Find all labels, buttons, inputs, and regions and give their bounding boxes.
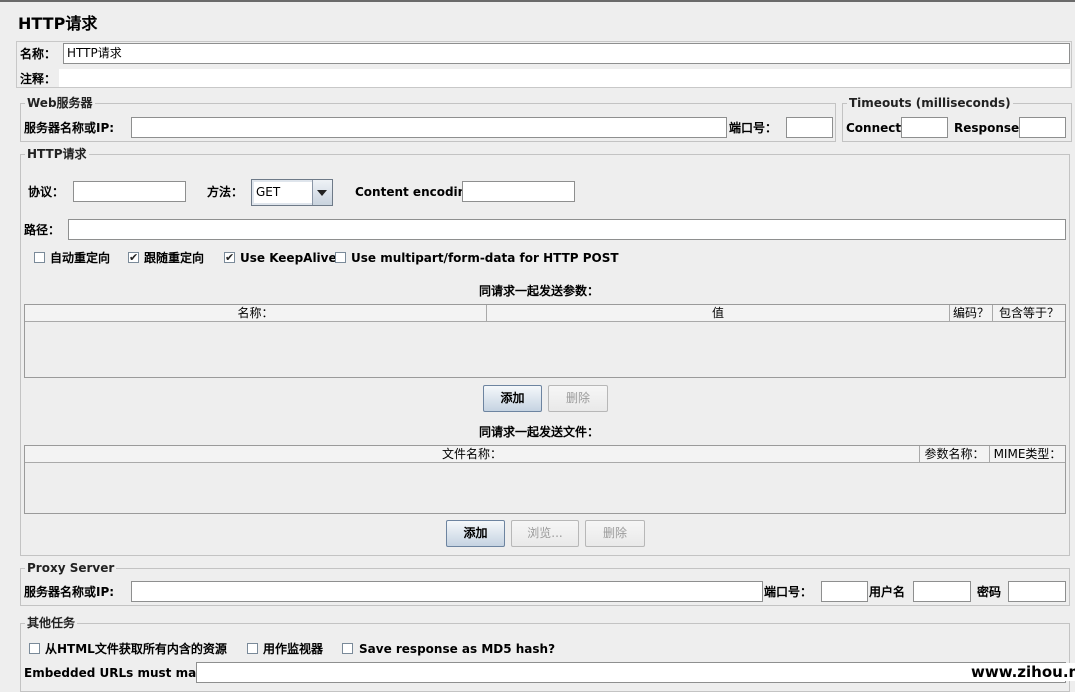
params-title: 同请求一起发送参数： xyxy=(479,284,600,298)
auto-redirect-checkbox[interactable] xyxy=(34,252,45,263)
md5-hash-checkbox[interactable] xyxy=(342,643,353,654)
files-delete-button[interactable]: 删除 xyxy=(585,520,645,547)
http-request-legend: HTTP请求 xyxy=(27,147,87,161)
connect-label: Connect: xyxy=(846,121,906,135)
response-input[interactable] xyxy=(1019,117,1066,138)
proxy-server-label: 服务器名称或IP: xyxy=(24,585,115,599)
fetch-embedded-checkbox[interactable] xyxy=(29,643,40,654)
proxy-port-input[interactable] xyxy=(821,581,868,602)
files-add-button[interactable]: 添加 xyxy=(446,520,505,547)
proxy-password-input[interactable] xyxy=(1008,581,1066,602)
use-as-monitor-label: 用作监视器 xyxy=(263,642,324,656)
follow-redirect-checkbox[interactable]: ✔ xyxy=(128,252,139,263)
multipart-label: Use multipart/form-data for HTTP POST xyxy=(351,251,619,265)
path-label: 路径： xyxy=(24,223,61,237)
multipart-checkbox[interactable] xyxy=(335,252,346,263)
window-top-edge xyxy=(0,0,1075,2)
comment-field[interactable] xyxy=(59,69,1070,87)
md5-hash-label: Save response as MD5 hash? xyxy=(359,642,556,656)
method-select[interactable]: GET xyxy=(251,179,333,206)
params-add-button[interactable]: 添加 xyxy=(483,385,542,412)
params-col-value[interactable]: 值 xyxy=(487,305,950,322)
proxy-server-input[interactable] xyxy=(131,581,763,602)
timeouts-legend: Timeouts (milliseconds) xyxy=(849,96,1011,110)
chevron-down-icon-glyph xyxy=(317,190,327,196)
embedded-urls-input[interactable] xyxy=(196,662,1066,683)
use-as-monitor-checkbox[interactable] xyxy=(247,643,258,654)
keepalive-label: Use KeepAlive xyxy=(240,251,337,265)
other-tasks-legend: 其他任务 xyxy=(27,616,76,630)
web-server-legend: Web服务器 xyxy=(27,96,93,110)
files-col-filename[interactable]: 文件名称： xyxy=(25,446,920,463)
files-browse-button[interactable]: 浏览... xyxy=(511,520,579,547)
page-title: HTTP请求 xyxy=(18,14,98,33)
comment-label: 注释： xyxy=(20,72,57,86)
files-table[interactable]: 文件名称： 参数名称： MIME类型： xyxy=(24,445,1066,514)
proxy-port-label: 端口号： xyxy=(764,585,813,599)
port-input[interactable] xyxy=(786,117,833,138)
proxy-user-label: 用户名 xyxy=(869,585,906,599)
encoding-label: Content encoding: xyxy=(355,185,480,199)
port-label: 端口号： xyxy=(729,121,778,135)
params-table[interactable]: 名称： 值 编码？ 包含等于？ xyxy=(24,304,1066,378)
params-col-encode[interactable]: 编码？ xyxy=(950,305,993,322)
embedded-urls-label: Embedded URLs must match: xyxy=(24,666,223,680)
name-label: 名称： xyxy=(20,47,57,61)
response-label: Response: xyxy=(954,121,1024,135)
proxy-password-label: 密码 xyxy=(977,585,1002,599)
protocol-label: 协议： xyxy=(28,185,65,199)
proxy-legend: Proxy Server xyxy=(27,561,115,575)
params-delete-button[interactable]: 删除 xyxy=(548,385,608,412)
files-col-mime[interactable]: MIME类型： xyxy=(990,446,1065,463)
watermark: www.zihou.me xyxy=(967,663,1075,681)
chevron-down-icon[interactable] xyxy=(312,180,332,205)
files-title: 同请求一起发送文件： xyxy=(479,425,600,439)
fetch-embedded-label: 从HTML文件获取所有内含的资源 xyxy=(45,642,227,656)
encoding-input[interactable] xyxy=(462,181,575,202)
keepalive-checkbox[interactable]: ✔ xyxy=(224,252,235,263)
name-field[interactable]: HTTP请求 xyxy=(63,43,1070,64)
protocol-input[interactable] xyxy=(73,181,186,202)
server-label: 服务器名称或IP: xyxy=(24,121,115,135)
follow-redirect-label: 跟随重定向 xyxy=(144,251,205,265)
proxy-user-input[interactable] xyxy=(913,581,971,602)
path-input[interactable] xyxy=(68,219,1066,240)
params-col-name[interactable]: 名称： xyxy=(25,305,487,322)
params-col-include-equals[interactable]: 包含等于？ xyxy=(993,305,1065,322)
method-label: 方法： xyxy=(207,185,244,199)
server-input[interactable] xyxy=(131,117,727,138)
files-col-param-name[interactable]: 参数名称： xyxy=(920,446,990,463)
auto-redirect-label: 自动重定向 xyxy=(50,251,111,265)
connect-input[interactable] xyxy=(901,117,948,138)
method-select-value: GET xyxy=(254,182,314,203)
